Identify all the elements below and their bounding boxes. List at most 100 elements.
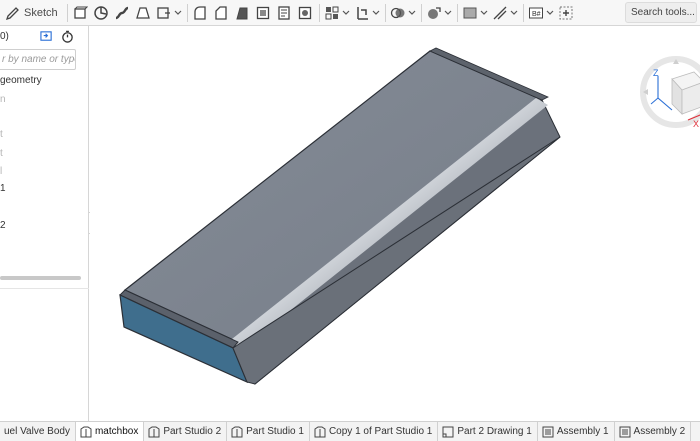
plus-icon xyxy=(559,6,573,19)
chevron-down-icon[interactable] xyxy=(372,9,380,17)
chamfer-icon xyxy=(214,5,227,20)
feature-list-item[interactable]: n xyxy=(0,94,6,105)
feature-filter-placeholder: r by name or type xyxy=(2,54,76,65)
transform-icon xyxy=(356,6,368,20)
panel-divider xyxy=(0,288,89,289)
tab-copy-1-of-part-studio-1[interactable]: Copy 1 of Part Studio 1 xyxy=(310,422,439,441)
loft-button[interactable] xyxy=(134,3,152,23)
pencil-icon xyxy=(5,6,19,20)
model-canvas[interactable] xyxy=(90,27,700,421)
tab-label: Part Studio 2 xyxy=(163,426,222,437)
tab-assembly-2[interactable]: Assembly 2 xyxy=(615,422,692,441)
toolbar-divider xyxy=(318,3,320,22)
revolve-button[interactable] xyxy=(92,3,110,23)
toolbar-divider xyxy=(384,3,386,22)
tab-part-studio-2[interactable]: Part Studio 2 xyxy=(144,422,228,441)
feature-list-item[interactable]: 2 xyxy=(0,220,6,231)
search-tools-label: Search tools... xyxy=(631,7,695,18)
tab-label: Part 2 Drawing 1 xyxy=(457,426,532,437)
sketch-button[interactable]: Sketch xyxy=(3,3,62,23)
tab-label: uel Valve Body xyxy=(4,426,70,437)
mate-connector-button[interactable] xyxy=(389,3,407,23)
feature-list-item[interactable]: geometry xyxy=(0,75,42,86)
thicken-icon xyxy=(156,6,170,19)
draft-icon xyxy=(235,7,248,19)
feature-script-button[interactable]: B# xyxy=(527,3,545,23)
z-axis-line xyxy=(657,76,673,111)
z-axis-label: Z xyxy=(653,68,659,78)
part-studio-icon xyxy=(148,426,160,437)
hole-icon xyxy=(277,5,290,20)
tab-assembly-1[interactable]: Assembly 1 xyxy=(538,422,615,441)
part-studio-icon xyxy=(314,426,326,437)
mate-connector-icon xyxy=(390,7,405,18)
feature-list-item[interactable]: l xyxy=(0,166,2,177)
extrude-button[interactable] xyxy=(71,3,89,23)
tab-fuel-valve-body[interactable]: uel Valve Body xyxy=(0,422,76,441)
variable-button[interactable] xyxy=(461,3,479,23)
feature-list-item[interactable]: t xyxy=(0,148,3,159)
part-studio-icon xyxy=(80,426,92,437)
graphics-viewport[interactable]: Z X xyxy=(90,27,700,421)
chevron-down-icon[interactable] xyxy=(510,9,518,17)
variable-icon xyxy=(463,7,477,18)
feature-list-scrollbar[interactable] xyxy=(0,276,81,280)
tab-label: matchbox xyxy=(94,426,139,437)
chamfer-button[interactable] xyxy=(212,3,230,23)
toolbar-divider xyxy=(420,3,422,22)
feature-count: 0) xyxy=(0,31,9,42)
search-tools-input[interactable]: Search tools... xyxy=(625,2,697,23)
revolve-icon xyxy=(93,5,108,20)
chevron-down-icon[interactable] xyxy=(444,9,452,17)
tab-label: Assembly 1 xyxy=(556,426,609,437)
chevron-down-icon[interactable] xyxy=(174,9,182,17)
toolbar-divider xyxy=(66,3,68,22)
chevron-down-icon[interactable] xyxy=(480,9,488,17)
y-axis-line xyxy=(650,97,659,105)
sketch-label: Sketch xyxy=(24,6,58,19)
point-icon xyxy=(493,6,507,19)
toolbar-divider xyxy=(522,3,524,22)
loft-icon xyxy=(135,6,150,19)
shell-button[interactable] xyxy=(254,3,272,23)
feature-list-item[interactable]: 1 xyxy=(0,183,6,194)
point-button[interactable] xyxy=(491,3,509,23)
part-studio-icon xyxy=(231,426,243,437)
plane-icon xyxy=(427,6,441,19)
feature-list-item[interactable]: t xyxy=(0,129,3,140)
chevron-down-icon[interactable] xyxy=(408,9,416,17)
top-toolbar: Sketch B# Search tools... xyxy=(0,0,700,26)
feature-filter-input[interactable]: r by name or type xyxy=(0,49,76,70)
boolean-button[interactable] xyxy=(323,3,341,23)
tab-label: Copy 1 of Part Studio 1 xyxy=(328,426,433,437)
toolbar-divider xyxy=(186,3,188,22)
thicken-button[interactable] xyxy=(155,3,173,23)
feature-script-icon: B# xyxy=(528,7,543,18)
transform-button[interactable] xyxy=(353,3,371,23)
sweep-button[interactable] xyxy=(113,3,131,23)
tab-part-2-drawing-1[interactable]: Part 2 Drawing 1 xyxy=(438,422,538,441)
hole-button[interactable] xyxy=(275,3,293,23)
view-cube[interactable]: Z X xyxy=(628,32,700,142)
document-tab-bar: uel Valve Body matchbox Part Studio 2 Pa… xyxy=(0,421,700,441)
assembly-icon xyxy=(619,426,631,437)
shell-icon xyxy=(256,6,269,19)
tab-label: Assembly 2 xyxy=(633,426,686,437)
draft-button[interactable] xyxy=(233,3,251,23)
stopwatch-icon[interactable] xyxy=(61,30,74,43)
add-custom-feature-button[interactable] xyxy=(557,3,575,23)
tab-part-studio-1[interactable]: Part Studio 1 xyxy=(227,422,310,441)
chevron-down-icon[interactable] xyxy=(546,9,554,17)
x-axis-label: X xyxy=(693,119,699,129)
pattern-button[interactable] xyxy=(296,3,314,23)
extrude-icon xyxy=(73,6,88,19)
fillet-button[interactable] xyxy=(191,3,209,23)
rollback-icon[interactable] xyxy=(40,30,53,43)
feature-list-panel: 0) r by name or type geometry n t t l 1 … xyxy=(0,26,89,421)
plane-button[interactable] xyxy=(425,3,443,23)
pattern-icon xyxy=(298,6,311,19)
boolean-icon xyxy=(325,6,339,19)
toolbar-divider xyxy=(456,3,458,22)
chevron-down-icon[interactable] xyxy=(342,9,350,17)
tab-matchbox[interactable]: matchbox xyxy=(75,422,145,441)
